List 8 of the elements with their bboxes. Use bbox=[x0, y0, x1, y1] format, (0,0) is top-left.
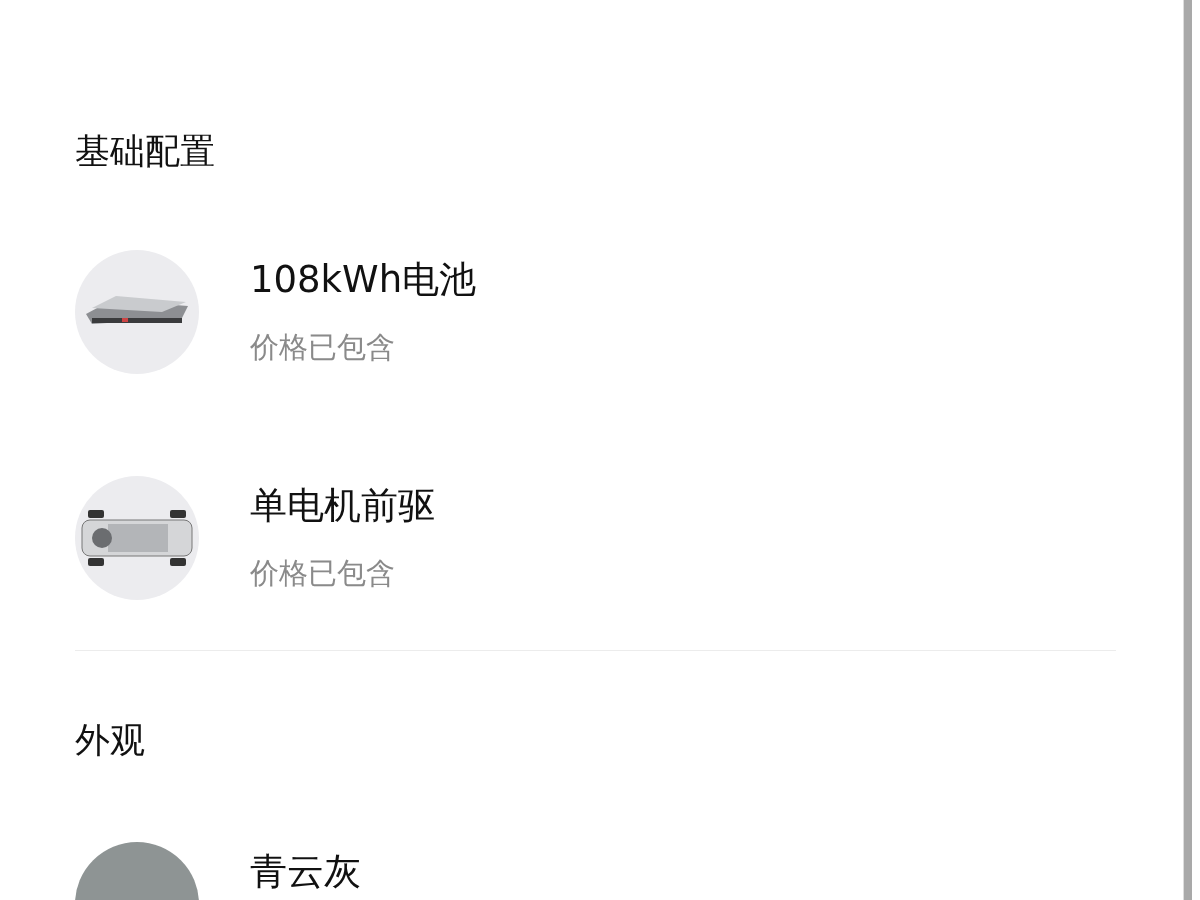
option-title: 单电机前驱 bbox=[250, 483, 435, 529]
section-heading: 基础配置 bbox=[75, 130, 216, 173]
section-heading: 外观 bbox=[75, 719, 146, 762]
scrollbar[interactable] bbox=[1183, 0, 1192, 900]
option-note: 价格已包含 bbox=[250, 555, 396, 591]
option-title: 青云灰 bbox=[250, 849, 361, 895]
option-title: 108kWh电池 bbox=[250, 257, 477, 303]
option-note: 价格已包含 bbox=[250, 329, 396, 365]
